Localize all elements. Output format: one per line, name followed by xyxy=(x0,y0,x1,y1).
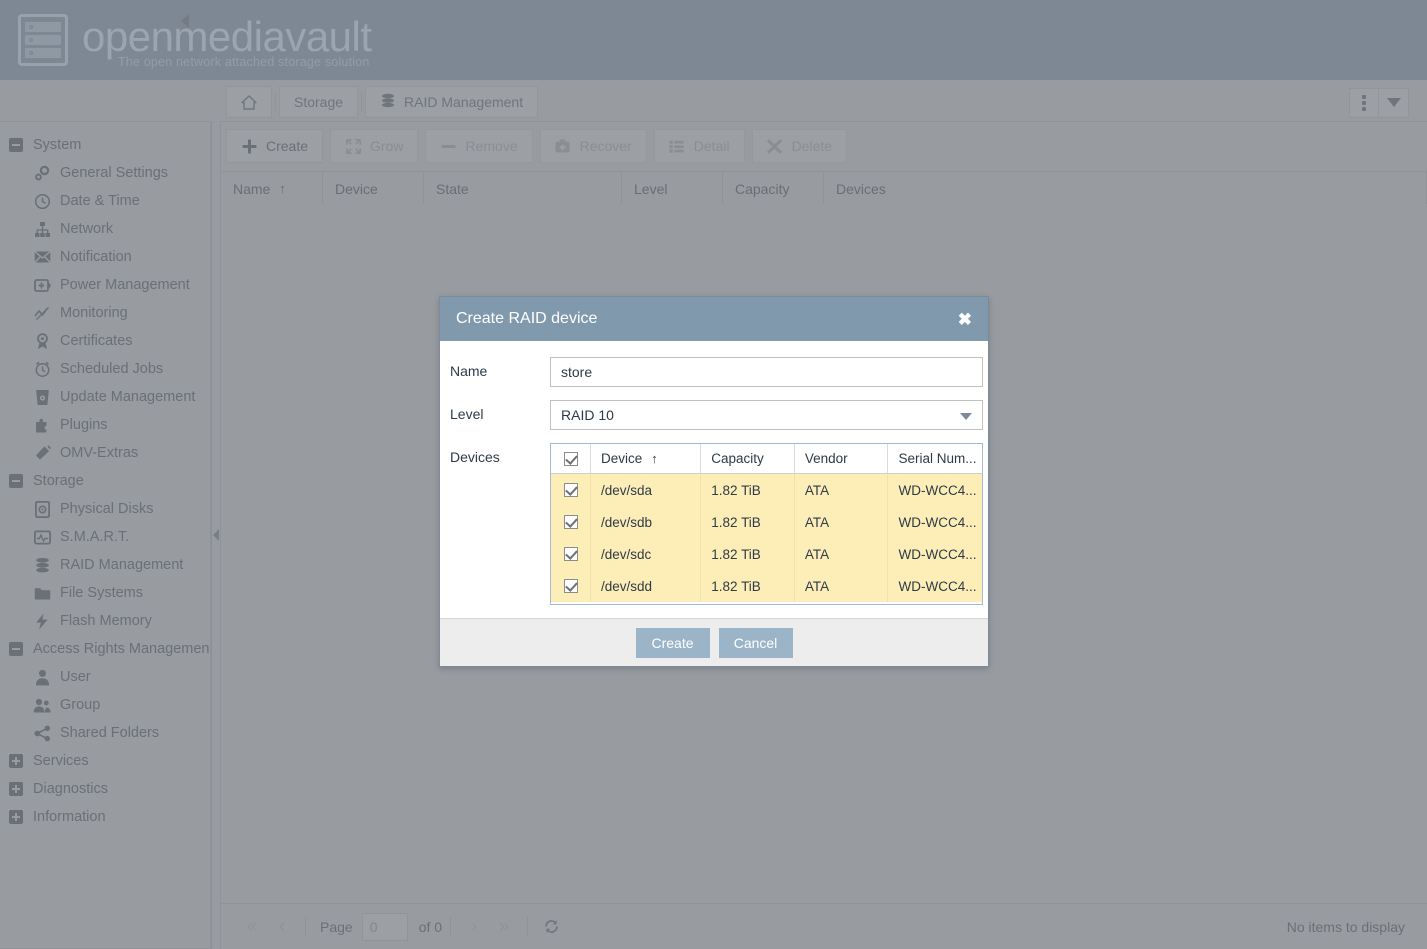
devices-grid[interactable]: Device ↑ Capacity Vendor Serial Num... /dev/… xyxy=(550,443,983,605)
cell-device: /dev/sdb xyxy=(591,506,702,538)
create-button[interactable]: Create xyxy=(635,627,710,658)
name-label: Name xyxy=(450,363,488,379)
select-all-checkbox[interactable] xyxy=(551,444,591,473)
device-row[interactable]: /dev/sdc 1.82 TiB ATA WD-WCC4... xyxy=(551,538,982,570)
raid-name-input[interactable] xyxy=(550,357,983,387)
cell-serial: WD-WCC4... xyxy=(898,578,977,594)
cell-capacity: 1.82 TiB xyxy=(701,570,795,602)
devices-column-header-capacity[interactable]: Capacity xyxy=(701,444,795,473)
close-icon[interactable]: ✖ xyxy=(956,307,974,332)
name-field-row: Name xyxy=(445,357,983,387)
dialog-title: Create RAID device xyxy=(456,310,598,327)
cell-capacity: 1.82 TiB xyxy=(701,506,795,538)
devices-field-row: Devices Device ↑ Capacity Vendor Serial Num.… xyxy=(445,443,983,605)
cell-device: /dev/sdd xyxy=(591,570,702,602)
row-checkbox[interactable] xyxy=(551,506,591,538)
devices-grid-header: Device ↑ Capacity Vendor Serial Num... xyxy=(551,444,982,474)
create-raid-dialog: Create RAID device ✖ Name Level RAID 10 … xyxy=(439,296,989,667)
level-field-row: Level RAID 10 xyxy=(445,400,983,430)
checkbox-checked-icon xyxy=(564,515,578,529)
cell-device: /dev/sda xyxy=(591,474,702,506)
cell-vendor: ATA xyxy=(795,538,889,570)
checkbox-checked-icon xyxy=(564,547,578,561)
cell-device: /dev/sdc xyxy=(591,538,702,570)
row-checkbox[interactable] xyxy=(551,538,591,570)
devices-column-header-serialnum[interactable]: Serial Num... xyxy=(888,444,982,473)
cell-vendor: ATA xyxy=(795,474,889,506)
cell-capacity: 1.82 TiB xyxy=(701,474,795,506)
checkbox-checked-icon xyxy=(564,483,578,497)
cell-serial: WD-WCC4... xyxy=(898,546,977,562)
devices-column-header-device[interactable]: Device ↑ xyxy=(591,444,702,473)
chevron-down-icon xyxy=(960,413,972,420)
device-row[interactable]: /dev/sda 1.82 TiB ATA WD-WCC4... xyxy=(551,474,982,506)
row-checkbox[interactable] xyxy=(551,474,591,506)
devices-column-header-label: Device xyxy=(600,451,643,466)
cell-vendor: ATA xyxy=(795,506,889,538)
cell-vendor: ATA xyxy=(795,570,889,602)
devices-label: Devices xyxy=(450,449,500,465)
cancel-button[interactable]: Cancel xyxy=(718,627,793,658)
raid-level-value: RAID 10 xyxy=(561,407,614,423)
sort-ascending-icon: ↑ xyxy=(651,451,658,466)
devices-grid-rows: /dev/sda 1.82 TiB ATA WD-WCC4.../dev/sdb 1.8… xyxy=(551,474,982,602)
dialog-footer: Create Cancel xyxy=(440,618,988,666)
cell-serial: WD-WCC4... xyxy=(898,514,977,530)
device-row[interactable]: /dev/sdb 1.82 TiB ATA WD-WCC4... xyxy=(551,506,982,538)
dialog-body: Name Level RAID 10 Devices Device ↑ Capaci… xyxy=(440,341,988,605)
device-row[interactable]: /dev/sdd 1.82 TiB ATA WD-WCC4... xyxy=(551,570,982,602)
row-checkbox[interactable] xyxy=(551,570,591,602)
devices-column-header-label: Capacity xyxy=(711,451,764,466)
raid-level-select[interactable]: RAID 10 xyxy=(550,400,983,430)
level-label: Level xyxy=(450,406,484,422)
devices-column-header-label: Serial Num... xyxy=(898,451,977,466)
checkbox-checked-icon xyxy=(564,451,578,466)
devices-column-header-label: Vendor xyxy=(804,451,848,466)
devices-column-header-vendor[interactable]: Vendor xyxy=(795,444,889,473)
dialog-header: Create RAID device ✖ xyxy=(440,297,988,341)
checkbox-checked-icon xyxy=(564,579,578,593)
cell-capacity: 1.82 TiB xyxy=(701,538,795,570)
cell-serial: WD-WCC4... xyxy=(898,482,977,498)
